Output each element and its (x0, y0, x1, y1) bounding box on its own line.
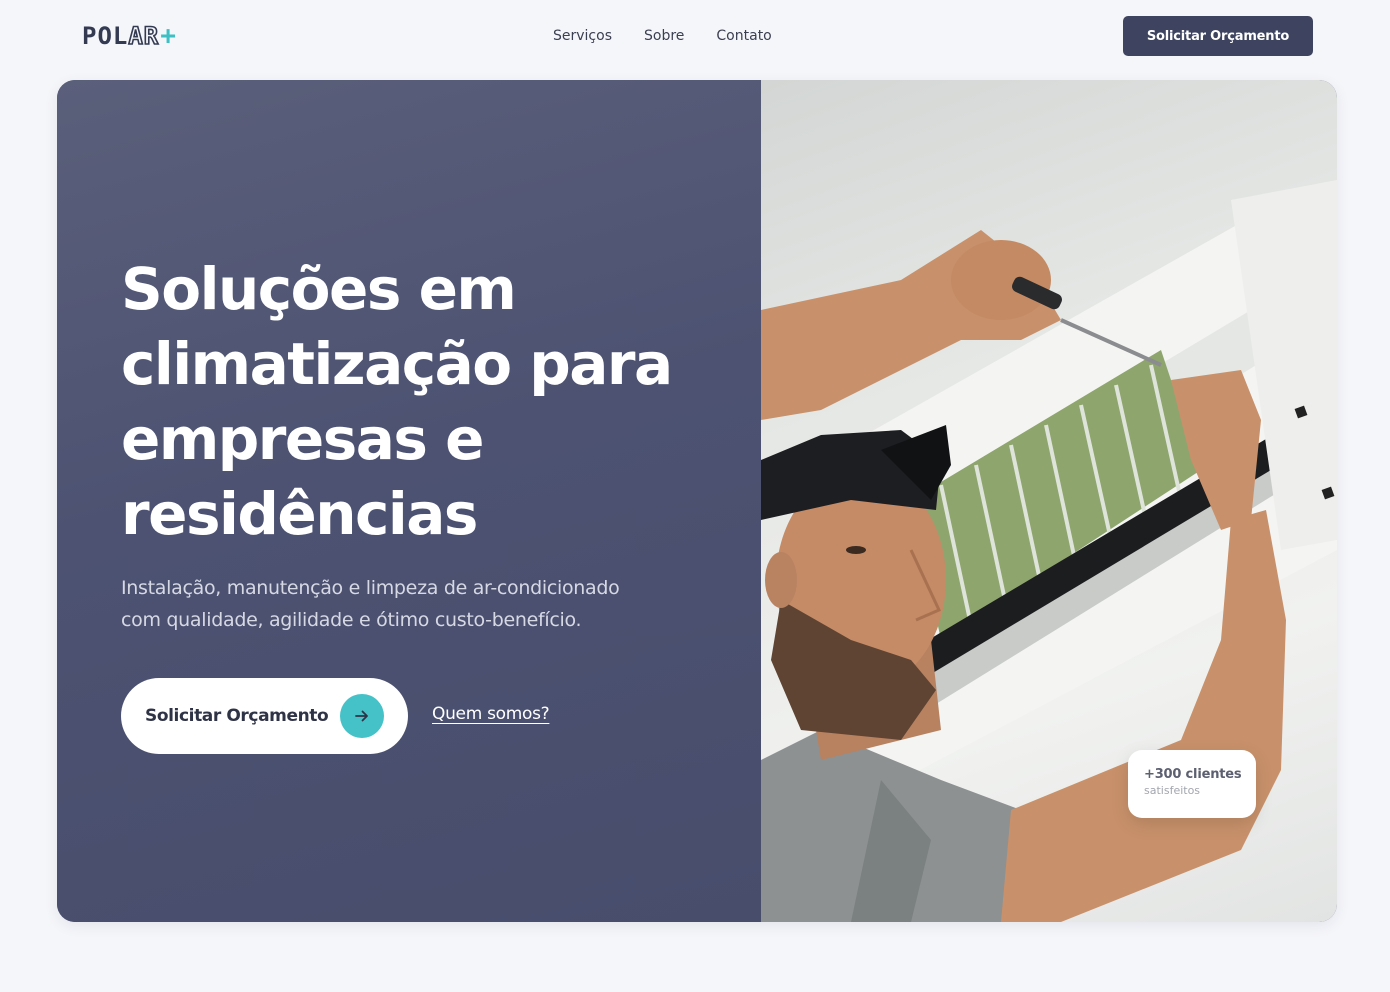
nav-link-sobre[interactable]: Sobre (644, 26, 684, 46)
hero-title-line: residências (121, 480, 478, 548)
top-navbar: POL AR + Serviços Sobre Contato Solicitar … (0, 0, 1390, 72)
hero-title-line: climatização para (121, 330, 673, 398)
hero-request-quote-button[interactable]: Solicitar Orçamento (121, 678, 408, 754)
logo-text-ar: AR (128, 22, 160, 50)
nav-link-servicos[interactable]: Serviços (553, 26, 612, 46)
logo-text-pol: POL (82, 22, 129, 50)
hero-cta-label: Solicitar Orçamento (145, 706, 329, 726)
hero-title: Soluções em climatização para empresas e… (121, 252, 741, 552)
logo-plus-icon: + (160, 21, 177, 51)
logo[interactable]: POL AR + (82, 21, 177, 51)
badge-label: satisfeitos (1144, 784, 1201, 797)
header-request-quote-button[interactable]: Solicitar Orçamento (1123, 16, 1313, 56)
badge-value: +300 clientes (1144, 767, 1242, 782)
hero-subtitle: Instalação, manutenção e limpeza de ar-c… (121, 572, 721, 636)
hero-title-line: Soluções em (121, 255, 517, 323)
hero-title-line: empresas e (121, 405, 484, 473)
landing-page: POL AR + Serviços Sobre Contato Solicitar … (0, 0, 1390, 992)
clients-badge: +300 clientes satisfeitos (1128, 750, 1256, 818)
arrow-right-icon (340, 694, 384, 738)
hero-subtitle-line: Instalação, manutenção e limpeza de ar-c… (121, 577, 620, 599)
main-nav: Serviços Sobre Contato (553, 26, 772, 46)
hero-subtitle-line: com qualidade, agilidade e ótimo custo-b… (121, 609, 582, 631)
nav-link-contato[interactable]: Contato (716, 26, 771, 46)
hero-text-panel: Soluções em climatização para empresas e… (57, 80, 761, 922)
about-us-link[interactable]: Quem somos? (432, 704, 550, 724)
